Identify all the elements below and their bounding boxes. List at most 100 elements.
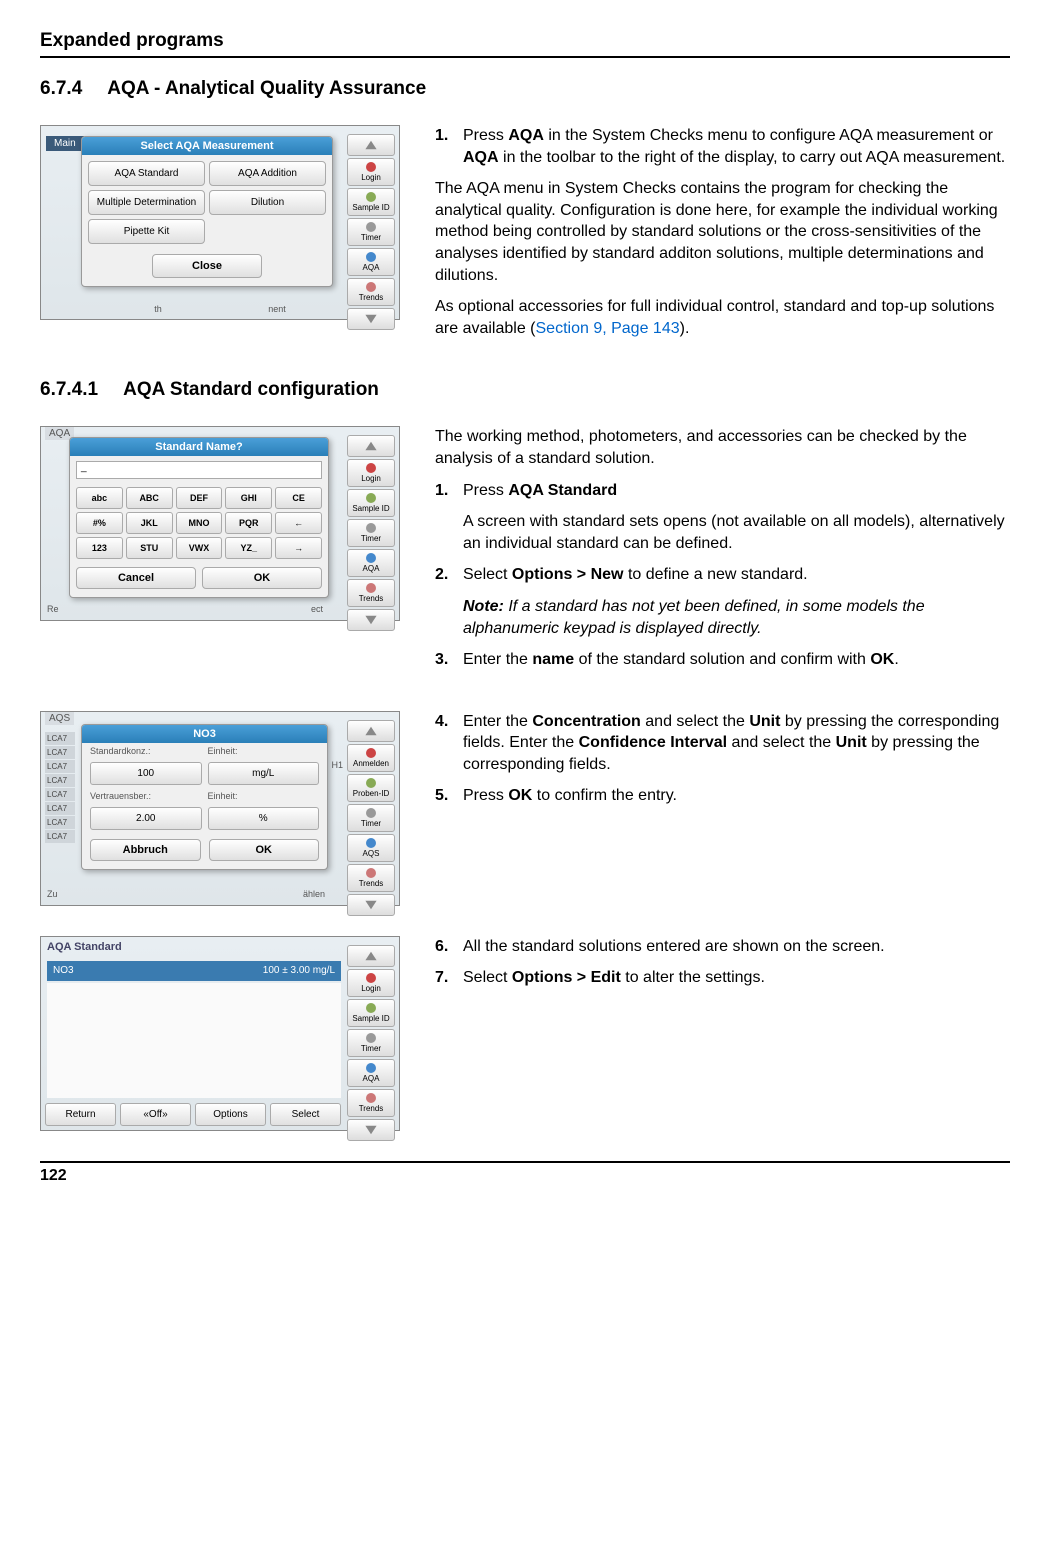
multiple-determination-button[interactable]: Multiple Determination (88, 190, 205, 215)
key-mno[interactable]: MNO (176, 512, 223, 534)
login-button[interactable]: Login (347, 969, 395, 997)
dilution-button[interactable]: Dilution (209, 190, 326, 215)
list-item[interactable]: LCA7 (45, 816, 75, 829)
login-button[interactable]: Login (347, 459, 395, 487)
trends-button[interactable]: Trends (347, 579, 395, 607)
list-item[interactable]: LCA7 (45, 830, 75, 843)
key-pqr[interactable]: PQR (225, 512, 272, 534)
step-number: 4. (435, 711, 463, 776)
step-text: Press AQA Standard (463, 480, 1010, 502)
standard-name: NO3 (53, 965, 74, 976)
confidence-field[interactable]: 2.00 (90, 807, 202, 830)
intro-paragraph: The working method, photometers, and acc… (435, 426, 1010, 469)
cross-reference-link[interactable]: Section 9, Page 143 (536, 320, 680, 337)
step-number: 1. (435, 480, 463, 502)
sample-id-icon (366, 192, 376, 202)
key-ghi[interactable]: GHI (225, 487, 272, 509)
list-item[interactable]: LCA7 (45, 774, 75, 787)
aqa-icon (366, 1063, 376, 1073)
scroll-up-icon[interactable] (347, 435, 395, 457)
login-button[interactable]: Anmelden (347, 744, 395, 772)
timer-button[interactable]: Timer (347, 519, 395, 547)
cancel-button[interactable]: Cancel (76, 567, 196, 589)
step-number: 1. (435, 125, 463, 168)
login-button[interactable]: Login (347, 158, 395, 186)
select-button[interactable]: Select (270, 1103, 341, 1126)
scroll-up-icon[interactable] (347, 134, 395, 156)
cancel-button[interactable]: Abbruch (90, 839, 201, 861)
list-item[interactable]: LCA7 (45, 788, 75, 801)
off-button[interactable]: «Off» (120, 1103, 191, 1126)
aqa-standard-button[interactable]: AQA Standard (88, 161, 205, 186)
step-text: Select Options > New to define a new sta… (463, 564, 1010, 586)
timer-button[interactable]: Timer (347, 804, 395, 832)
selected-standard-row[interactable]: NO3 100 ± 3.00 mg/L (47, 961, 341, 981)
close-button[interactable]: Close (152, 254, 262, 278)
scroll-down-icon[interactable] (347, 894, 395, 916)
aqa-button[interactable]: AQA (347, 549, 395, 577)
ok-button[interactable]: OK (202, 567, 322, 589)
screenshot-standard-name: AQA Standard Name? _ abc ABC DEF GHI CE … (40, 426, 400, 621)
key-123[interactable]: 123 (76, 537, 123, 559)
aqa-button[interactable]: AQA (347, 1059, 395, 1087)
trends-button[interactable]: Trends (347, 864, 395, 892)
login-icon (366, 463, 376, 473)
scroll-down-icon[interactable] (347, 609, 395, 631)
list-item[interactable]: LCA7 (45, 746, 75, 759)
login-icon (366, 162, 376, 172)
trends-icon (366, 282, 376, 292)
key-symbols[interactable]: #% (76, 512, 123, 534)
main-menu-label: Main (46, 136, 84, 151)
timer-button[interactable]: Timer (347, 1029, 395, 1057)
step-text: Press OK to confirm the entry. (463, 785, 1010, 807)
timer-icon (366, 523, 376, 533)
screen-header: AQS (45, 712, 74, 725)
paragraph: As optional accessories for full individ… (435, 296, 1010, 339)
key-forward[interactable]: → (275, 537, 322, 559)
key-def[interactable]: DEF (176, 487, 223, 509)
scroll-up-icon[interactable] (347, 720, 395, 742)
key-vwx[interactable]: VWX (176, 537, 223, 559)
sample-id-button[interactable]: Sample ID (347, 489, 395, 517)
standard-value: 100 ± 3.00 mg/L (263, 965, 335, 976)
aqa-button[interactable]: AQA (347, 248, 395, 276)
key-stu[interactable]: STU (126, 537, 173, 559)
concentration-field[interactable]: 100 (90, 762, 202, 785)
ok-button[interactable]: OK (209, 839, 320, 861)
name-input[interactable]: _ (76, 461, 322, 479)
return-button[interactable]: Return (45, 1103, 116, 1126)
timer-button[interactable]: Timer (347, 218, 395, 246)
sample-id-button[interactable]: Sample ID (347, 188, 395, 216)
unit-label: Einheit: (208, 746, 320, 756)
list-item[interactable]: LCA7 (45, 760, 75, 773)
options-button[interactable]: Options (195, 1103, 266, 1126)
note: Note: If a standard has not yet been def… (463, 596, 1010, 639)
page-number: 122 (40, 1167, 1010, 1185)
key-jkl[interactable]: JKL (126, 512, 173, 534)
no3-dialog: NO3 Standardkonz.: Einheit: 100 mg/L Ver… (81, 724, 328, 870)
aqs-button[interactable]: AQS (347, 834, 395, 862)
trends-button[interactable]: Trends (347, 1089, 395, 1117)
scroll-down-icon[interactable] (347, 308, 395, 330)
dialog-title: Standard Name? (70, 438, 328, 456)
key-yz[interactable]: YZ_ (225, 537, 272, 559)
list-item[interactable]: LCA7 (45, 802, 75, 815)
key-ce[interactable]: CE (275, 487, 322, 509)
unit-field[interactable]: mg/L (208, 762, 320, 785)
key-abc[interactable]: ABC (126, 487, 173, 509)
key-backspace[interactable]: ← (275, 512, 322, 534)
list-item[interactable]: LCA7 (45, 732, 75, 745)
concentration-label: Standardkonz.: (90, 746, 202, 756)
scroll-up-icon[interactable] (347, 945, 395, 967)
pipette-kit-button[interactable]: Pipette Kit (88, 219, 205, 244)
sample-id-button[interactable]: Sample ID (347, 999, 395, 1027)
aqa-addition-button[interactable]: AQA Addition (209, 161, 326, 186)
scroll-down-icon[interactable] (347, 1119, 395, 1141)
timer-icon (366, 222, 376, 232)
trends-button[interactable]: Trends (347, 278, 395, 306)
unit-field-2[interactable]: % (208, 807, 320, 830)
key-abc-lower[interactable]: abc (76, 487, 123, 509)
sample-id-button[interactable]: Proben-ID (347, 774, 395, 802)
step-number: 6. (435, 936, 463, 958)
section-heading: 6.7.4AQA - Analytical Quality Assurance (40, 78, 1010, 100)
